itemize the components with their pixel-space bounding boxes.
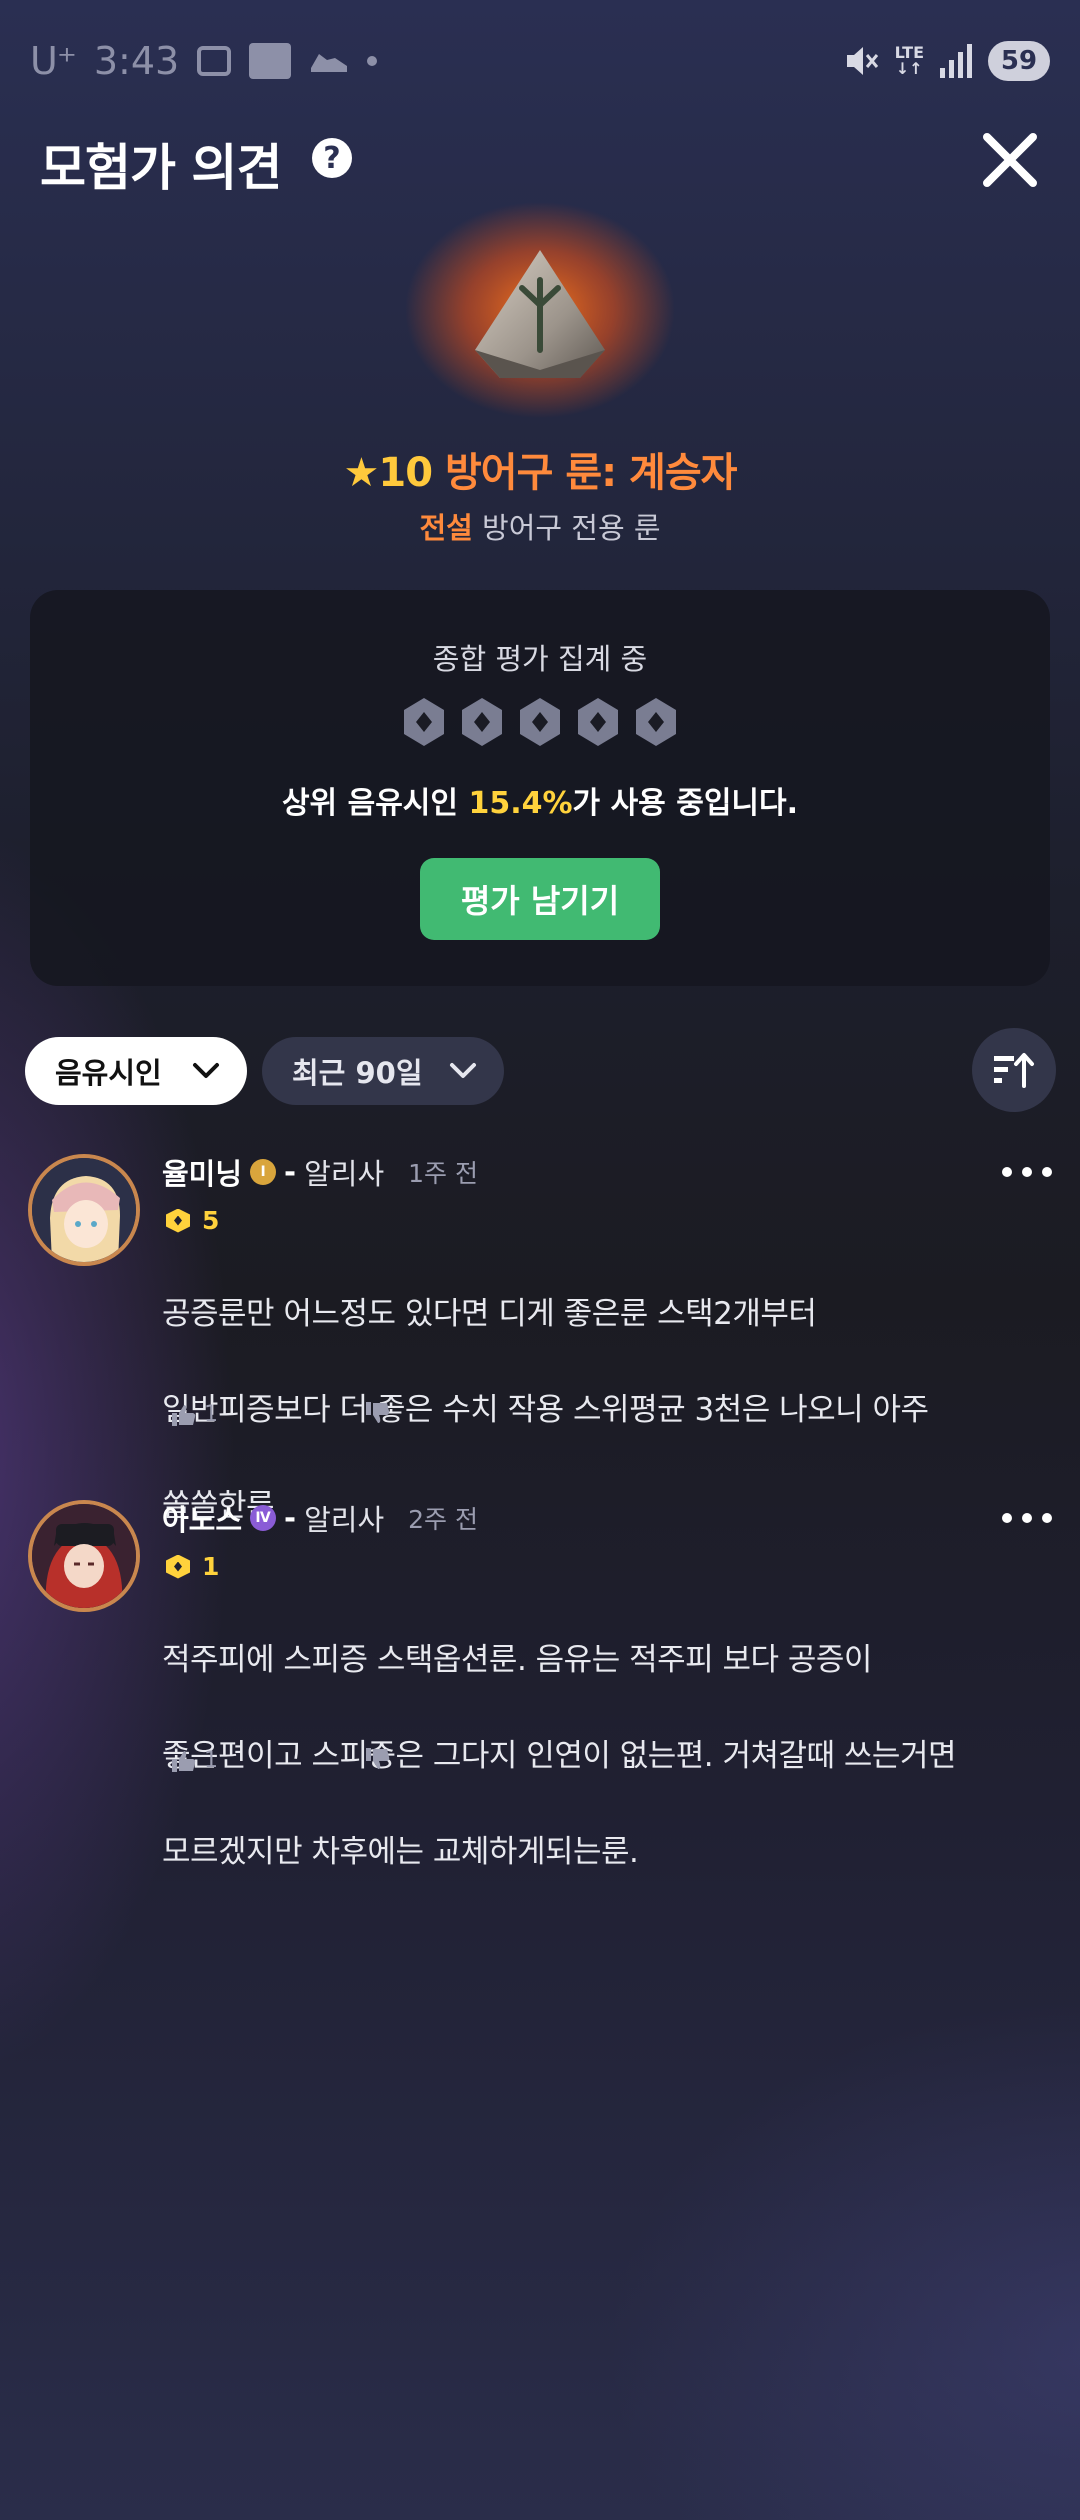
period-filter-label: 최근 90일	[292, 1056, 423, 1090]
avatar-image	[32, 1158, 136, 1262]
empty-gem-icon	[636, 698, 676, 746]
clock: 3:43	[93, 39, 180, 83]
reviewer-header: 율미닝 I - 알리사 1주 전	[162, 1150, 478, 1194]
empty-gem-icon	[578, 698, 618, 746]
sort-button[interactable]	[972, 1028, 1056, 1112]
carrier-label: U⁺	[30, 39, 77, 83]
more-options-icon[interactable]	[1002, 1152, 1052, 1192]
mute-icon	[846, 47, 878, 75]
rating-gems	[0, 696, 1080, 748]
review-line: 좋은편이고 스피증은 그다지 인연이 없는편. 거쳐갈때 쓰는거면	[162, 1738, 957, 1774]
level-value: 1	[202, 1552, 220, 1581]
review-text: 적주피에 스피증 스택옵션룬. 음유는 적주피 보다 공증이 좋은편이고 스피증…	[162, 1588, 1042, 1924]
separator: -	[284, 1501, 297, 1535]
level-icon	[166, 1554, 190, 1579]
rune-item-image	[405, 202, 675, 418]
period-filter-dropdown[interactable]: 최근 90일	[262, 1037, 504, 1105]
usage-text: 상위 음유시인 15.4%가 사용 중입니다.	[0, 778, 1080, 822]
review-time: 1주 전	[408, 1159, 478, 1188]
chevron-down-icon	[450, 1063, 476, 1078]
review-line: 공증룬만 어느정도 있다면 디게 좋은룬 스택2개부터	[162, 1296, 817, 1332]
empty-gem-icon	[520, 698, 560, 746]
status-left: U⁺ 3:43	[30, 30, 378, 92]
rank-badge: Ⅳ	[250, 1505, 277, 1531]
review-item: 아노스 Ⅳ - 알리사 2주 전 1 적주피에 스피증 스택옵션룬. 음유는 적…	[0, 1496, 1080, 1870]
page-title: 모험가 의견	[40, 139, 282, 197]
reviewer-name: 율미닝	[162, 1157, 243, 1191]
reviewer-level: 1	[166, 1552, 219, 1581]
reviewer-name: 아노스	[162, 1503, 243, 1537]
item-title: ★10 방어구 룬: 계승자	[0, 440, 1080, 498]
aggregate-status: 종합 평가 집계 중	[432, 642, 648, 676]
usage-percent: 15.4%	[468, 786, 573, 821]
signal-icon	[940, 44, 972, 78]
item-subtitle: 전설 방어구 전용 룬	[0, 505, 1080, 547]
more-options-icon[interactable]	[1002, 1498, 1052, 1538]
sort-icon	[994, 1053, 1034, 1088]
like-button[interactable]: 1	[172, 1402, 218, 1427]
review-time: 2주 전	[408, 1505, 478, 1534]
empty-gem-icon	[404, 698, 444, 746]
class-filter-dropdown[interactable]: 음유시인	[25, 1037, 247, 1105]
status-bar: U⁺ 3:43 LTE ↓↑ 59	[0, 0, 1080, 120]
thumbs-down-icon	[366, 1402, 390, 1423]
review-line: 적주피에 스피증 스택옵션룬. 음유는 적주피 보다 공증이	[162, 1642, 872, 1678]
webtoon-icon	[249, 43, 292, 79]
battery-indicator: 59	[988, 41, 1050, 81]
chevron-down-icon	[193, 1063, 219, 1078]
usage-suffix: 가 사용 중입니다.	[572, 786, 799, 821]
leave-rating-button[interactable]: 평가 남기기	[420, 858, 660, 940]
separator: -	[284, 1155, 297, 1189]
thumbs-up-icon	[172, 1750, 196, 1772]
dislike-button[interactable]	[366, 1748, 390, 1770]
rank-badge: I	[250, 1159, 277, 1185]
screenshot-icon	[197, 46, 232, 76]
avatar[interactable]	[28, 1154, 140, 1266]
server-name: 알리사	[304, 1503, 385, 1537]
star-grade: ★10	[343, 450, 434, 496]
avatar[interactable]	[28, 1500, 140, 1612]
review-line: 모르겠지만 차후에는 교체하게되는룬.	[162, 1834, 639, 1870]
reviewer-level: 5	[166, 1206, 219, 1235]
server-name: 알리사	[304, 1157, 385, 1191]
shoe-icon	[311, 54, 348, 72]
like-button[interactable]: 1	[172, 1748, 218, 1773]
like-count: 1	[204, 1748, 218, 1773]
dislike-button[interactable]	[366, 1402, 390, 1424]
thumbs-down-icon	[366, 1748, 390, 1769]
item-name: 방어구 룬: 계승자	[445, 450, 737, 496]
thumbs-up-icon	[172, 1404, 196, 1426]
close-icon[interactable]	[975, 125, 1045, 195]
status-right: LTE ↓↑ 59	[843, 30, 1050, 92]
item-type: 방어구 전용 룬	[482, 511, 661, 545]
like-count: 1	[204, 1402, 218, 1427]
help-icon[interactable]: ?	[312, 138, 352, 178]
usage-prefix: 상위 음유시인	[281, 786, 469, 821]
reviewer-header: 아노스 Ⅳ - 알리사 2주 전	[162, 1496, 478, 1540]
notification-dot-icon	[367, 56, 378, 66]
review-line: 일반피증보다 더 좋은 수치 작용 스위평균 3천은 나오니 아주	[162, 1392, 929, 1428]
network-label: LTE ↓↑	[894, 43, 924, 78]
class-filter-label: 음유시인	[55, 1056, 162, 1090]
empty-gem-icon	[462, 698, 502, 746]
avatar-image	[32, 1504, 136, 1608]
level-value: 5	[202, 1206, 220, 1235]
item-grade: 전설	[419, 511, 473, 545]
level-icon	[166, 1208, 190, 1233]
review-item: 율미닝 I - 알리사 1주 전 5 공증룬만 어느정도 있다면 디게 좋은룬 …	[0, 1150, 1080, 1524]
